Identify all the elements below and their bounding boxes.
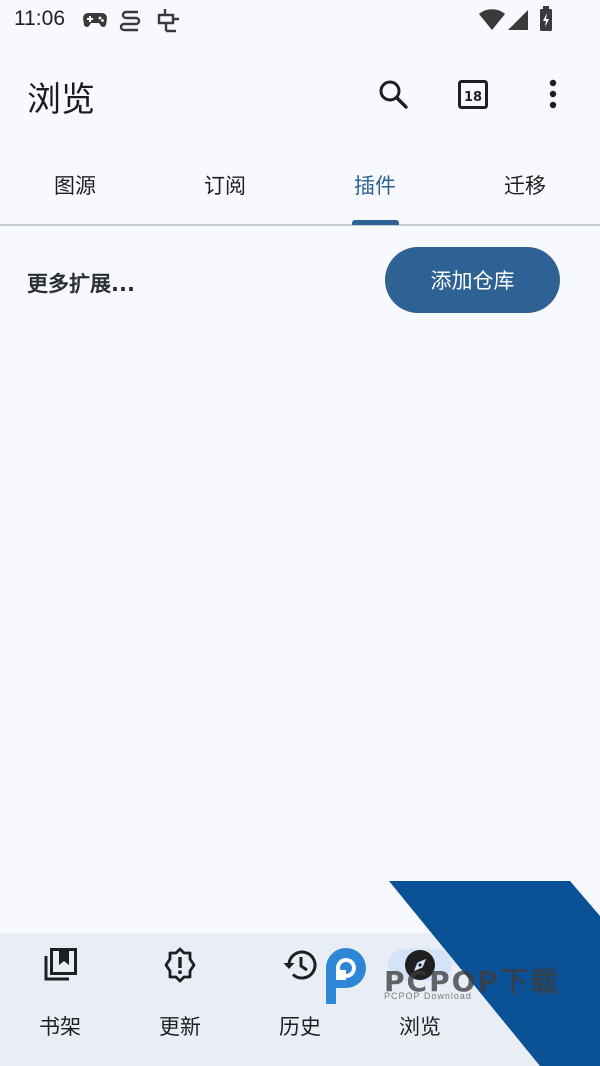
nav-label-browse: 浏览 <box>399 1015 441 1039</box>
tab-bar: 图源 订阅 插件 迁移 <box>0 146 600 226</box>
nav-item-updates[interactable]: 更新 <box>120 933 240 1066</box>
notification-app-icon <box>119 10 141 32</box>
history-icon <box>283 950 317 980</box>
battery-charging-icon <box>540 6 552 31</box>
library-icon <box>44 948 77 981</box>
nav-pill <box>28 948 92 981</box>
add-repository-button[interactable]: 添加仓库 <box>385 247 560 313</box>
tab-subscriptions[interactable]: 订阅 <box>150 146 300 224</box>
tab-migrate[interactable]: 迁移 <box>450 146 600 224</box>
calendar-18-icon: 18 <box>458 80 488 109</box>
nav-item-browse[interactable]: 浏览 <box>360 933 480 1066</box>
nav-label-library: 书架 <box>39 1015 81 1039</box>
nav-item-library[interactable]: 书架 <box>0 933 120 1066</box>
nav-item-history[interactable]: 历史 <box>240 933 360 1066</box>
nav-label-history: 历史 <box>279 1015 321 1039</box>
bug-icon <box>157 9 179 33</box>
search-icon <box>379 80 408 109</box>
cell-signal-icon <box>508 10 528 30</box>
status-time: 11:06 <box>14 7 65 30</box>
bottom-navigation: 书架 更新 历史 浏览 <box>0 933 600 1066</box>
wifi-icon <box>479 9 505 30</box>
tab-plugins[interactable]: 插件 <box>300 146 450 224</box>
more-options-button[interactable] <box>529 70 577 118</box>
tab-sources[interactable]: 图源 <box>0 146 150 224</box>
nav-pill <box>268 949 332 981</box>
alert-badge-icon <box>164 947 196 983</box>
more-extensions-label: 更多扩展... <box>27 272 135 296</box>
nav-pill-active <box>388 949 452 981</box>
more-vert-icon <box>549 79 557 109</box>
status-bar: 11:06 <box>0 0 600 42</box>
search-button[interactable] <box>369 70 417 118</box>
explore-icon <box>405 950 435 980</box>
nav-label-updates: 更新 <box>159 1015 201 1039</box>
calendar-button[interactable]: 18 <box>449 70 497 118</box>
tab-indicator <box>352 220 399 225</box>
gamepad-icon <box>83 13 107 27</box>
calendar-badge-text: 18 <box>464 90 482 105</box>
page-title: 浏览 <box>27 80 95 120</box>
top-app-bar: 浏览 18 <box>0 42 600 146</box>
nav-pill <box>148 947 212 983</box>
